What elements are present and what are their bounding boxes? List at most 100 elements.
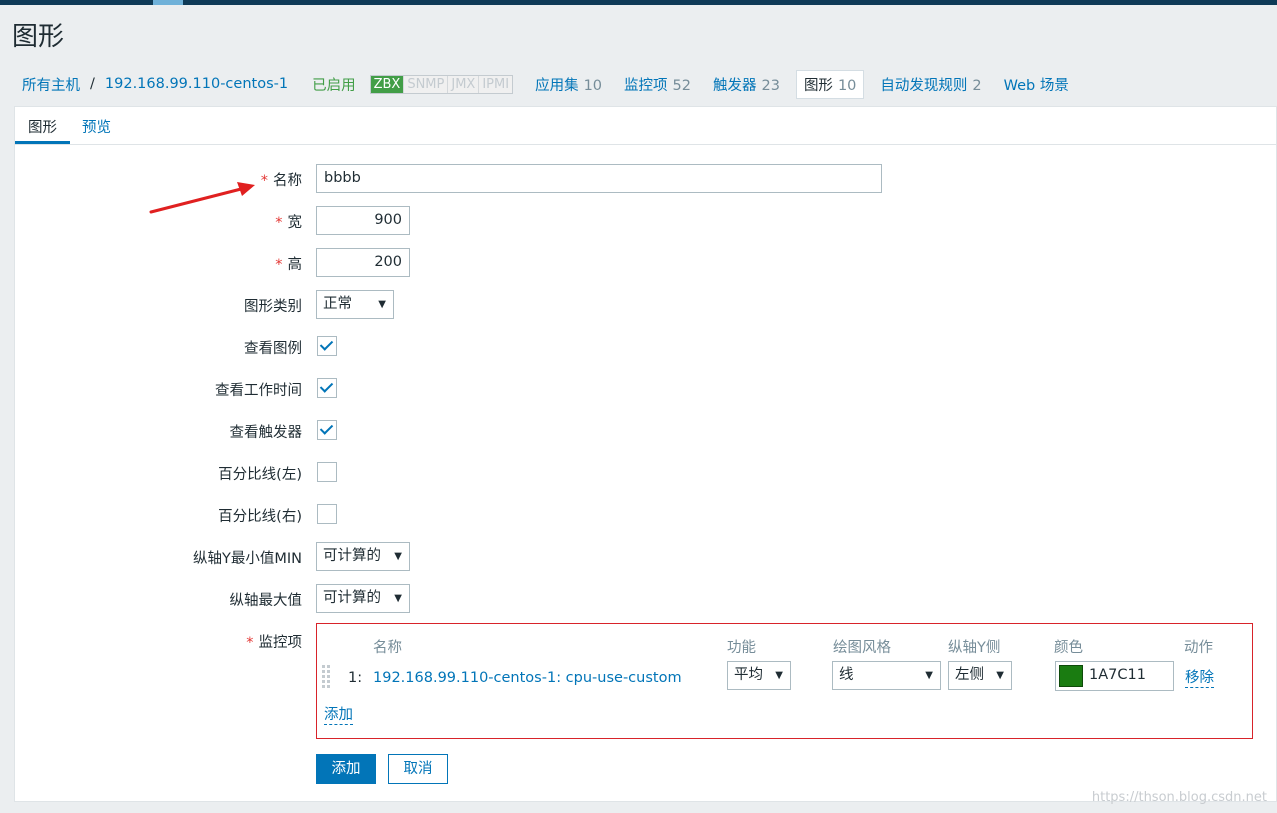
show-triggers-label: 查看触发器 xyxy=(229,425,303,441)
nav-triggers[interactable]: 触发器 23 xyxy=(713,74,780,95)
dropdown-arrow-icon: ▼ xyxy=(378,299,386,310)
item-color-picker[interactable]: 1A7C11 xyxy=(1055,661,1174,691)
ymin-value: 可计算的 xyxy=(323,548,381,564)
dropdown-arrow-icon: ▼ xyxy=(394,551,402,562)
nav-graphs-count: 10 xyxy=(837,77,857,94)
active-tab-underline xyxy=(15,141,70,144)
header-function: 功能 xyxy=(727,640,756,656)
items-label-text: 监控项 xyxy=(258,635,303,651)
nav-applications-label[interactable]: 应用集 xyxy=(535,78,579,94)
show-legend-label: 查看图例 xyxy=(244,341,302,357)
add-item-link[interactable]: 添加 xyxy=(324,707,353,725)
breadcrumb-all-hosts[interactable]: 所有主机 xyxy=(22,74,80,95)
badge-ipmi: IPMI xyxy=(479,75,513,93)
ymax-select[interactable]: 可计算的 ▼ xyxy=(316,584,410,613)
show-triggers-checkbox[interactable] xyxy=(317,420,337,440)
ymin-label: 纵轴Y最小值MIN xyxy=(193,551,302,567)
show-worktime-label: 查看工作时间 xyxy=(215,383,302,399)
annotation-arrow xyxy=(149,182,255,214)
nav-web[interactable]: Web 场景 xyxy=(1004,74,1069,95)
form-tabs: 图形 预览 xyxy=(15,107,1277,145)
ymax-value: 可计算的 xyxy=(323,590,381,606)
percentile-left-checkbox[interactable] xyxy=(317,462,337,482)
header-action: 动作 xyxy=(1184,640,1213,656)
dropdown-arrow-icon: ▼ xyxy=(775,670,783,681)
add-button[interactable]: 添加 xyxy=(316,754,376,784)
header-y-axis-side: 纵轴Y侧 xyxy=(948,640,1001,656)
nav-graphs-label: 图形 xyxy=(803,77,833,94)
page-title: 图形 xyxy=(12,22,65,52)
tab-graph[interactable]: 图形 xyxy=(28,116,57,137)
nav-triggers-label[interactable]: 触发器 xyxy=(713,78,757,94)
percentile-right-checkbox[interactable] xyxy=(317,504,337,524)
nav-discovery[interactable]: 自动发现规则 2 xyxy=(880,74,981,95)
color-swatch[interactable] xyxy=(1059,665,1083,687)
watermark: https://thson.blog.csdn.net xyxy=(1091,790,1267,805)
item-remove-link[interactable]: 移除 xyxy=(1185,670,1214,688)
nav-items[interactable]: 监控项 52 xyxy=(624,74,691,95)
show-worktime-checkbox[interactable] xyxy=(317,378,337,398)
name-label: * 名称 xyxy=(261,169,302,190)
badge-jmx: JMX xyxy=(448,75,480,93)
check-icon xyxy=(319,337,334,351)
ymin-select[interactable]: 可计算的 ▼ xyxy=(316,542,410,571)
cancel-button[interactable]: 取消 xyxy=(388,754,448,784)
items-label: * 监控项 xyxy=(246,631,302,652)
width-label-text: 宽 xyxy=(287,215,303,231)
drag-handle-icon[interactable] xyxy=(322,665,332,689)
item-name-link[interactable]: 192.168.99.110-centos-1: cpu-use-custom xyxy=(373,670,682,686)
top-header-bar xyxy=(0,0,1277,5)
nav-graphs[interactable]: 图形 10 xyxy=(795,69,865,99)
nav-applications[interactable]: 应用集 10 xyxy=(535,74,602,95)
show-legend-checkbox[interactable] xyxy=(317,336,337,356)
badge-zbx: ZBX xyxy=(370,75,405,93)
percentile-left-label: 百分比线(左) xyxy=(218,467,302,483)
item-function-select[interactable]: 平均 ▼ xyxy=(727,661,791,690)
tab-preview[interactable]: 预览 xyxy=(82,116,111,137)
nav-discovery-label[interactable]: 自动发现规则 xyxy=(880,78,967,94)
graph-type-value: 正常 xyxy=(323,296,352,312)
item-color-value[interactable]: 1A7C11 xyxy=(1089,667,1146,683)
graph-type-label: 图形类别 xyxy=(244,299,302,315)
name-label-text: 名称 xyxy=(273,173,302,189)
required-mark: * xyxy=(275,257,283,273)
required-mark: * xyxy=(275,215,283,231)
top-header-active-marker xyxy=(153,0,183,5)
items-table: 名称 功能 绘图风格 纵轴Y侧 颜色 动作 1: 192.168.99.110-… xyxy=(316,623,1253,739)
item-draw-style-value: 线 xyxy=(839,667,854,683)
ymax-label: 纵轴最大值 xyxy=(229,593,303,609)
height-label-text: 高 xyxy=(287,257,303,273)
dropdown-arrow-icon: ▼ xyxy=(925,670,933,681)
header-draw-style: 绘图风格 xyxy=(833,640,891,656)
width-label: * 宽 xyxy=(275,211,302,232)
item-y-axis-select[interactable]: 左侧 ▼ xyxy=(948,661,1012,690)
breadcrumb-separator: / xyxy=(90,76,95,92)
item-y-axis-value: 左侧 xyxy=(955,667,984,683)
name-input[interactable]: bbbb xyxy=(316,164,882,193)
badge-snmp: SNMP xyxy=(404,75,449,93)
dropdown-arrow-icon: ▼ xyxy=(394,593,402,604)
graph-type-select[interactable]: 正常 ▼ xyxy=(316,290,394,319)
check-icon xyxy=(319,379,334,393)
host-status[interactable]: 已启用 xyxy=(312,74,356,95)
nav-applications-count: 10 xyxy=(583,77,603,94)
nav-web-label[interactable]: Web 场景 xyxy=(1004,78,1069,94)
nav-items-count: 52 xyxy=(672,77,691,94)
nav-items-label[interactable]: 监控项 xyxy=(624,78,668,94)
item-row-number: 1: xyxy=(348,670,363,686)
item-function-value: 平均 xyxy=(734,667,763,683)
breadcrumb-host[interactable]: 192.168.99.110-centos-1 xyxy=(105,76,288,92)
percentile-right-label: 百分比线(右) xyxy=(218,509,302,525)
height-label: * 高 xyxy=(275,253,302,274)
availability-badges: ZBX SNMP JMX IPMI xyxy=(369,74,514,94)
check-icon xyxy=(319,421,334,435)
header-name: 名称 xyxy=(373,640,402,656)
nav-discovery-count: 2 xyxy=(972,77,982,94)
header-color: 颜色 xyxy=(1054,640,1083,656)
required-mark: * xyxy=(246,635,254,651)
nav-triggers-count: 23 xyxy=(761,77,780,94)
item-draw-style-select[interactable]: 线 ▼ xyxy=(832,661,941,690)
height-input[interactable]: 200 xyxy=(316,248,410,277)
width-input[interactable]: 900 xyxy=(316,206,410,235)
host-navigation: 所有主机 / 192.168.99.110-centos-1 已启用 ZBX S… xyxy=(22,69,1069,99)
